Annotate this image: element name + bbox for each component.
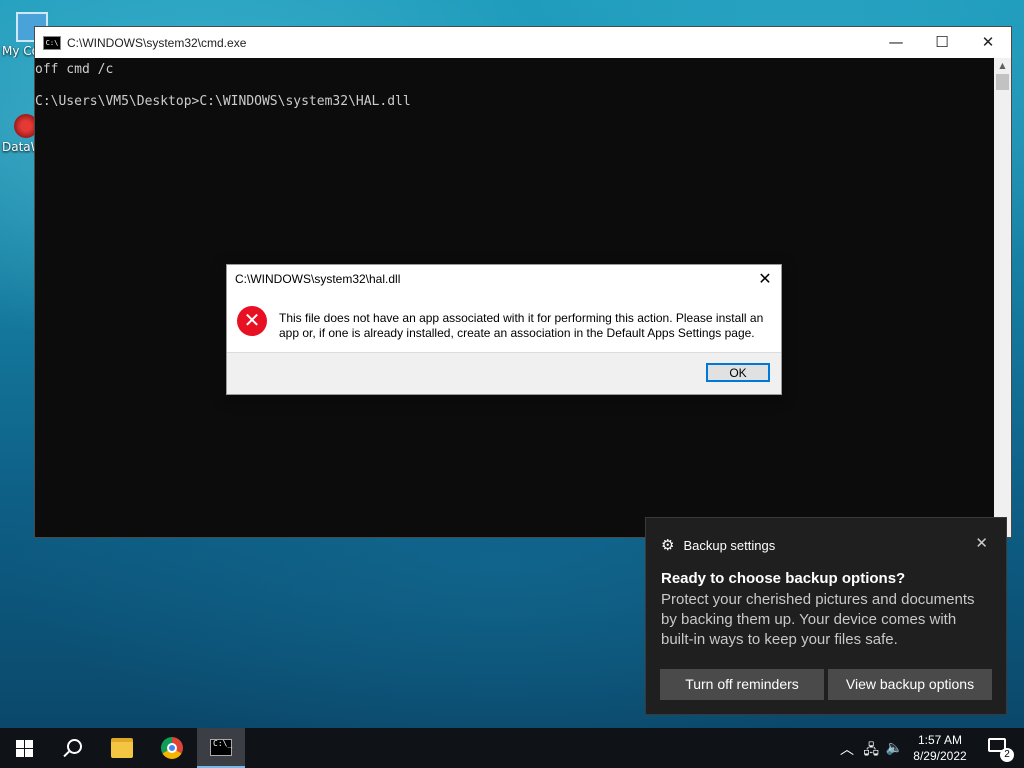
backup-toast-notification[interactable]: ⚙ Backup settings ✕ Ready to choose back… xyxy=(645,517,1007,715)
turn-off-reminders-button[interactable]: Turn off reminders xyxy=(660,669,824,700)
close-button[interactable]: ✕ xyxy=(965,27,1011,58)
dialog-title: C:\WINDOWS\system32\hal.dll xyxy=(235,272,401,286)
error-icon: ✕ xyxy=(237,306,267,336)
toast-body: Protect your cherished pictures and docu… xyxy=(661,591,975,648)
error-dialog[interactable]: C:\WINDOWS\system32\hal.dll ✕ ✕ This fil… xyxy=(226,264,782,395)
taskbar: C:\_ ︿ 🖧 🔈 1:57 AM 8/29/2022 2 xyxy=(0,728,1024,768)
chevron-up-icon[interactable]: ︿ xyxy=(840,739,854,759)
view-backup-options-button[interactable]: View backup options xyxy=(828,669,992,700)
chrome-icon xyxy=(161,737,183,759)
cmd-app-icon: C:\ xyxy=(43,35,61,50)
search-icon xyxy=(66,738,82,754)
folder-icon xyxy=(111,738,133,758)
cmd-window-title: C:\WINDOWS\system32\cmd.exe xyxy=(67,35,247,50)
scroll-up-arrow-icon[interactable]: ▲ xyxy=(994,58,1011,74)
ok-button[interactable]: OK xyxy=(706,363,770,382)
action-center-button[interactable]: 2 xyxy=(988,738,1014,762)
cmd-title-bar[interactable]: C:\ C:\WINDOWS\system32\cmd.exe — ☐ ✕ xyxy=(35,27,1011,58)
toast-header: ⚙ Backup settings xyxy=(661,536,775,554)
vertical-scrollbar[interactable]: ▲ xyxy=(994,58,1011,537)
desktop-icon-dataw[interactable]: DataW xyxy=(0,114,38,154)
clock[interactable]: 1:57 AM 8/29/2022 xyxy=(912,732,968,764)
clock-time: 1:57 AM xyxy=(917,733,963,747)
volume-icon[interactable]: 🔈 xyxy=(886,739,903,756)
minimize-button[interactable]: — xyxy=(873,27,919,58)
dialog-footer: OK xyxy=(227,352,781,394)
clock-date: 8/29/2022 xyxy=(913,749,967,763)
dialog-message: This file does not have an app associate… xyxy=(279,311,764,340)
toast-heading: Ready to choose backup options? xyxy=(661,570,906,587)
toast-app-name: Backup settings xyxy=(683,537,776,553)
console-line: C:\Users\VM5\Desktop>C:\WINDOWS\system32… xyxy=(35,94,411,109)
desktop-icon-my-computer[interactable]: My Co xyxy=(0,12,48,58)
scrollbar-thumb[interactable] xyxy=(996,74,1009,90)
taskbar-chrome[interactable] xyxy=(148,728,196,768)
gear-icon: ⚙ xyxy=(661,537,675,554)
maximize-button[interactable]: ☐ xyxy=(919,27,965,58)
notification-count-badge: 2 xyxy=(1000,748,1014,762)
taskbar-command-prompt[interactable]: C:\_ xyxy=(197,728,245,768)
taskbar-file-explorer[interactable] xyxy=(98,728,146,768)
windows-logo-icon xyxy=(15,739,33,757)
desktop-icon-label: DataW xyxy=(2,140,38,154)
desktop-icon-label: My Co xyxy=(2,44,38,58)
start-button[interactable] xyxy=(0,728,48,768)
network-icon[interactable]: 🖧 xyxy=(863,739,879,763)
toast-close-button[interactable]: ✕ xyxy=(975,534,988,552)
command-prompt-icon: C:\_ xyxy=(210,738,232,756)
console-line: off cmd /c xyxy=(35,62,114,77)
search-button[interactable] xyxy=(48,728,96,768)
dialog-close-button[interactable]: ✕ xyxy=(756,269,774,288)
